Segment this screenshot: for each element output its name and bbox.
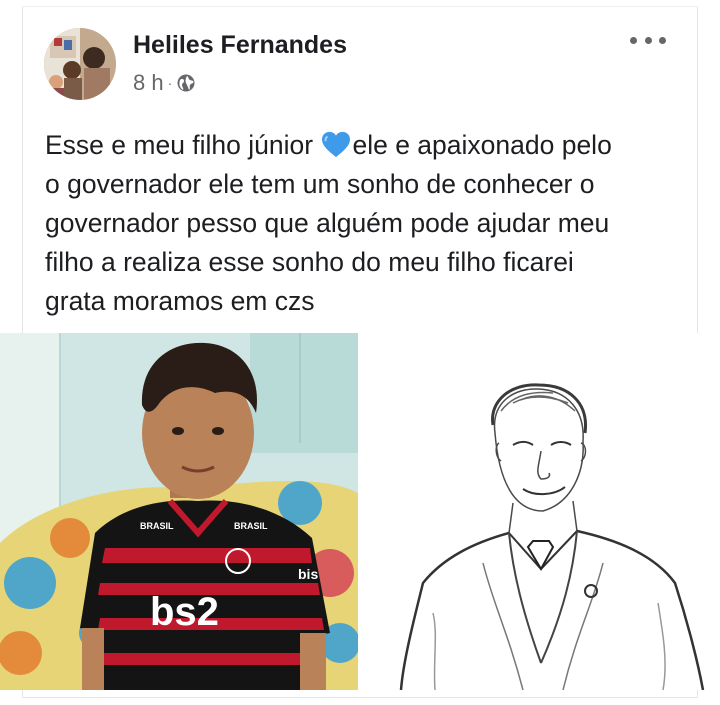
more-dot xyxy=(644,36,652,44)
author-avatar[interactable] xyxy=(44,28,116,100)
jersey-chest-left-text: BRASIL xyxy=(140,521,174,531)
more-dot xyxy=(630,36,637,44)
globe-icon[interactable] xyxy=(176,73,196,93)
post-text-segment: Esse e meu filho júnior xyxy=(45,130,314,160)
author-name[interactable]: Heliles Fernandes xyxy=(133,31,347,60)
post-text: Esse e meu filho júnior ele e apaixonado… xyxy=(45,126,685,321)
blue-heart-icon xyxy=(322,131,351,158)
post-text-line: o governador ele tem um sonho de conhece… xyxy=(45,169,595,199)
card-bottom-border xyxy=(22,697,698,698)
photo-governor-sketch[interactable] xyxy=(363,333,720,690)
post-meta: 8 h · xyxy=(133,70,196,96)
post-text-line: governador pesso que alguém pode ajudar … xyxy=(45,208,610,238)
post-text-segment: ele e apaixonado pelo xyxy=(352,130,612,160)
meta-separator: · xyxy=(167,75,173,91)
jersey-sponsor-text: bs2 xyxy=(150,590,219,634)
post-text-line: Esse e meu filho júnior ele e apaixonado… xyxy=(45,126,685,165)
jersey-chest-right-text: BRASIL xyxy=(234,521,268,531)
post-text-line: filho a realiza esse sonho do meu filho … xyxy=(45,247,574,277)
more-options-icon[interactable] xyxy=(630,30,666,50)
jersey-sleeve-text: bis xyxy=(298,566,318,582)
post-text-line: grata moramos em czs xyxy=(45,286,315,316)
post-time[interactable]: 8 h xyxy=(133,70,164,96)
more-dot xyxy=(659,36,666,44)
photo-boy[interactable]: bs2 bis BRASIL BRASIL xyxy=(0,333,358,690)
